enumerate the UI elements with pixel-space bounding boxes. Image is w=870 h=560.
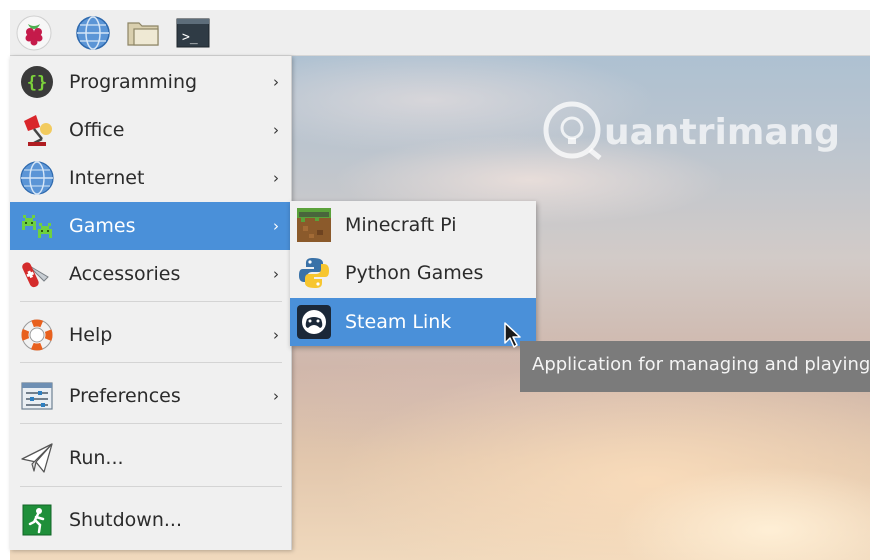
games-submenu: Minecraft Pi Python Games Steam Link	[290, 201, 536, 346]
submenu-item-label: Python Games	[345, 262, 484, 284]
python-icon	[299, 258, 329, 288]
internet-globe-icon	[20, 161, 54, 195]
submenu-arrow-icon: ›	[273, 326, 279, 344]
submenu-item-steam-link[interactable]: Steam Link	[290, 298, 536, 346]
games-invaders-icon	[22, 215, 52, 238]
submenu-item-label: Minecraft Pi	[345, 214, 457, 236]
menu-separator	[20, 486, 282, 487]
submenu-item-label: Steam Link	[345, 311, 452, 333]
steam-link-tooltip: Application for managing and playing	[520, 341, 870, 392]
submenu-item-python-games[interactable]: Python Games	[290, 249, 536, 297]
quantrimang-watermark-logo: uantrimang	[543, 101, 840, 160]
menu-item-label: Internet	[69, 167, 145, 189]
steam-link-icon	[297, 305, 331, 339]
preferences-sliders-icon	[21, 382, 53, 410]
menu-item-shutdown[interactable]: Shutdown...	[10, 496, 292, 544]
menu-item-help[interactable]: Help ›	[10, 311, 292, 359]
menu-item-internet[interactable]: Internet ›	[10, 154, 292, 202]
top-panel: >_	[10, 10, 870, 56]
minecraft-icon	[297, 208, 331, 242]
mouse-cursor-icon	[504, 322, 521, 348]
accessories-knife-icon	[22, 262, 49, 288]
menu-item-label: Games	[69, 215, 136, 237]
raspberry-menu-button[interactable]	[16, 15, 52, 51]
menu-item-label: Office	[69, 119, 125, 141]
submenu-item-minecraft-pi[interactable]: Minecraft Pi	[290, 201, 536, 249]
terminal-button[interactable]: >_	[175, 15, 211, 51]
submenu-arrow-icon: ›	[273, 73, 279, 91]
submenu-arrow-icon: ›	[273, 265, 279, 283]
programming-braces-icon: {}	[21, 66, 53, 98]
submenu-arrow-icon: ›	[273, 217, 279, 235]
file-manager-button[interactable]	[125, 15, 161, 51]
submenu-arrow-icon: ›	[273, 121, 279, 139]
submenu-arrow-icon: ›	[273, 169, 279, 187]
raspberry-menu-icon	[16, 15, 52, 51]
run-paper-plane-icon	[21, 443, 53, 473]
menu-item-label: Help	[69, 324, 113, 346]
terminal-prompt: >_	[182, 30, 198, 45]
menu-separator	[20, 423, 282, 424]
menu-item-label: Shutdown...	[69, 509, 182, 531]
menu-item-office[interactable]: Office ›	[10, 106, 292, 154]
svg-text:uantrimang: uantrimang	[604, 112, 840, 153]
submenu-arrow-icon: ›	[273, 387, 279, 405]
menu-item-accessories[interactable]: Accessories ›	[10, 250, 292, 298]
menu-separator	[20, 301, 282, 302]
applications-menu: {} Programming › Office › Internet › Gam…	[10, 56, 292, 550]
menu-item-label: Accessories	[69, 263, 181, 285]
terminal-icon: >_	[176, 18, 210, 48]
menu-item-label: Programming	[69, 71, 198, 93]
office-lamp-icon	[24, 115, 52, 146]
svg-text:{}: {}	[27, 73, 47, 93]
menu-item-label: Preferences	[69, 385, 181, 407]
shutdown-exit-icon	[22, 504, 52, 536]
web-browser-icon	[76, 16, 110, 50]
web-browser-button[interactable]	[75, 15, 111, 51]
menu-item-run[interactable]: Run...	[10, 434, 292, 482]
menu-item-preferences[interactable]: Preferences ›	[10, 372, 292, 420]
menu-item-games[interactable]: Games ›	[10, 202, 292, 250]
menu-item-programming[interactable]: {} Programming ›	[10, 58, 292, 106]
help-lifebuoy-icon	[21, 319, 53, 351]
file-manager-icon	[127, 22, 159, 46]
menu-separator	[20, 362, 282, 363]
menu-item-label: Run...	[69, 447, 124, 469]
